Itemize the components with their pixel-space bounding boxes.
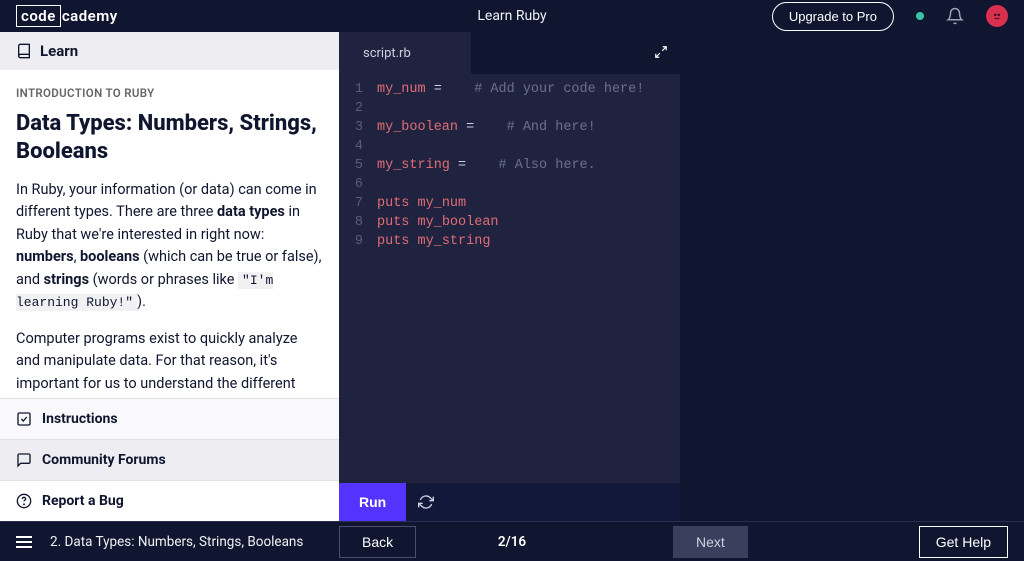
run-bar: Run [339,483,680,521]
course-title: Learn Ruby [477,8,546,24]
upgrade-button[interactable]: Upgrade to Pro [772,2,894,31]
code-area[interactable]: 1 2 3 4 5 6 7 8 9 my_num = # Add your co… [339,74,680,483]
lesson-body: INTRODUCTION TO RUBY Data Types: Numbers… [0,70,339,398]
book-icon [16,43,32,59]
footer-lesson-name[interactable]: 2. Data Types: Numbers, Strings, Boolean… [50,534,303,550]
status-dot-icon [916,12,924,20]
reset-button[interactable] [406,483,446,521]
line-number-gutter: 1 2 3 4 5 6 7 8 9 [339,80,371,483]
nav-back-group: Back [339,526,416,558]
editor-tab-bar: script.rb [339,32,680,74]
progress-indicator: 2/16 [498,534,526,550]
avatar[interactable] [986,5,1008,27]
code-lines[interactable]: my_num = # Add your code here! my_boolea… [371,80,680,483]
instructions-section[interactable]: Instructions [0,398,339,439]
learn-tab-label: Learn [40,42,78,60]
footer-right: Get Help [919,526,1008,558]
get-help-button[interactable]: Get Help [919,526,1008,558]
top-header: codecademy Learn Ruby Upgrade to Pro [0,0,1024,32]
lesson-paragraph-2: Computer programs exist to quickly analy… [16,328,323,398]
intro-label: INTRODUCTION TO RUBY [16,86,323,100]
next-button[interactable]: Next [673,526,748,558]
lesson-paragraph-1: In Ruby, your information (or data) can … [16,179,323,314]
lesson-panel: Learn INTRODUCTION TO RUBY Data Types: N… [0,32,339,521]
community-forums-section[interactable]: Community Forums [0,439,339,480]
logo[interactable]: codecademy [16,7,118,25]
file-tab-label: script.rb [363,46,411,61]
question-icon [16,493,32,509]
editor-panel: script.rb 1 2 3 4 5 6 7 8 9 my_num = # A… [339,32,680,521]
logo-rest: cademy [62,7,118,25]
footer: 2. Data Types: Numbers, Strings, Boolean… [0,521,1024,561]
footer-left: 2. Data Types: Numbers, Strings, Boolean… [16,534,303,550]
forums-label: Community Forums [42,452,166,468]
run-button[interactable]: Run [339,483,406,521]
main-area: Learn INTRODUCTION TO RUBY Data Types: N… [0,32,1024,521]
nav-next-group: Next [673,526,748,558]
instructions-label: Instructions [42,411,118,427]
lesson-title: Data Types: Numbers, Strings, Booleans [16,110,323,165]
report-bug-section[interactable]: Report a Bug [0,480,339,521]
chat-icon [16,452,32,468]
notifications-icon[interactable] [946,7,964,25]
output-panel [680,32,1024,521]
bug-label: Report a Bug [42,493,124,509]
expand-icon[interactable] [654,44,668,63]
menu-icon[interactable] [16,536,32,548]
checkbox-icon [16,411,32,427]
back-button[interactable]: Back [339,526,416,558]
logo-boxed: code [16,5,61,27]
header-right: Upgrade to Pro [772,2,1008,31]
file-tab[interactable]: script.rb [339,32,471,74]
learn-tab[interactable]: Learn [0,32,339,70]
refresh-icon [418,494,434,510]
